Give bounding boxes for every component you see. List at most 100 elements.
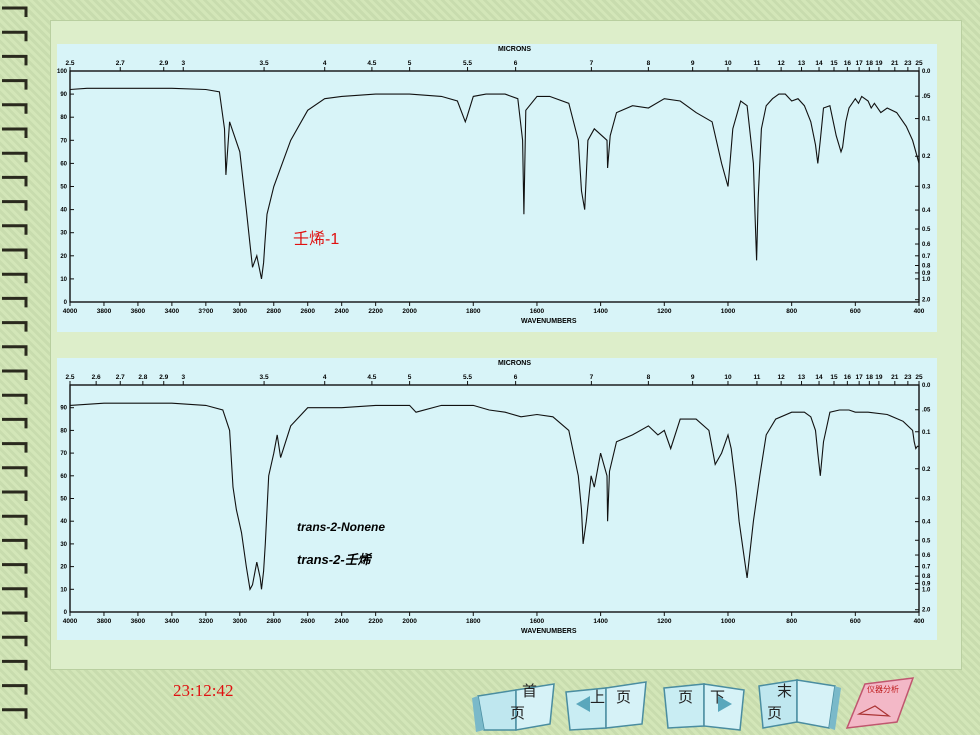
micron-tick-label: 7 xyxy=(590,374,594,381)
micron-tick-label: 12 xyxy=(778,374,786,381)
micron-tick-label: 5.5 xyxy=(463,60,472,67)
micron-tick-label: 21 xyxy=(891,374,899,381)
transmittance-tick-label: 40 xyxy=(60,519,67,525)
micron-tick-label: 2.5 xyxy=(65,374,74,381)
micron-axis-title: MICRONS xyxy=(498,360,531,367)
transmittance-tick-label: 10 xyxy=(60,587,67,593)
wavenumber-tick-label: 3200 xyxy=(199,618,214,625)
absorbance-tick-label: .05 xyxy=(922,94,931,100)
micron-tick-label: 13 xyxy=(798,60,806,67)
micron-tick-label: 7 xyxy=(590,60,594,67)
micron-tick-label: 17 xyxy=(856,374,864,381)
ir-spectrum-nonene-1-panel: MICRONS 2.5 2.7 2.9 3 3.5 4 4.5 5 5.5 6 7 8 9 10 11 12 13… xyxy=(57,44,937,332)
spectrum-line xyxy=(69,87,920,280)
wavenumber-tick-label: 3400 xyxy=(165,308,180,315)
micron-tick-label: 8 xyxy=(647,60,651,67)
micron-tick-label: 3.5 xyxy=(260,374,269,381)
micron-tick-label: 19 xyxy=(875,374,883,381)
micron-tick-label: 25 xyxy=(915,60,923,67)
instrument-analysis-button[interactable]: 仪器分析 xyxy=(845,674,917,732)
wavenumber-tick-label: 2000 xyxy=(402,308,417,315)
absorbance-tick-label: 0.4 xyxy=(922,208,931,214)
last-page-button[interactable]: 末 页 xyxy=(755,674,843,732)
wavenumber-tick-label: 2400 xyxy=(334,618,349,625)
book-icon xyxy=(663,683,745,731)
transmittance-tick-label: 70 xyxy=(60,451,67,457)
spiral-ring xyxy=(2,248,28,259)
wavenumber-axis-title: WAVENUMBERS xyxy=(521,318,577,325)
micron-tick-label: 2.7 xyxy=(116,60,125,67)
micron-tick-label: 9 xyxy=(691,60,695,67)
absorbance-tick-label: 0.2 xyxy=(922,154,931,160)
absorbance-tick-label: 0.1 xyxy=(922,117,931,123)
wavenumber-tick-label: 1000 xyxy=(721,618,736,625)
transmittance-tick-label: 50 xyxy=(60,185,67,191)
wavenumber-tick-label: 400 xyxy=(914,308,925,315)
absorbance-tick-label: 0.5 xyxy=(922,538,931,544)
spiral-ring xyxy=(2,224,28,235)
spiral-ring xyxy=(2,587,28,598)
absorbance-tick-label: 1.0 xyxy=(922,587,931,593)
micron-tick-label: 2.9 xyxy=(159,374,168,381)
wavenumber-tick-label: 2000 xyxy=(402,618,417,625)
spiral-ring xyxy=(2,393,28,405)
plot-frame xyxy=(69,70,920,303)
book-icon xyxy=(565,681,647,731)
spiral-ring xyxy=(2,466,28,477)
plot-frame xyxy=(69,384,920,613)
wavenumber-tick-label: 600 xyxy=(850,618,861,625)
wavenumber-tick-label: 1000 xyxy=(721,308,736,315)
micron-tick-label: 13 xyxy=(798,374,806,381)
micron-tick-label: 11 xyxy=(754,60,761,67)
spiral-ring xyxy=(2,272,28,284)
book-icon xyxy=(845,677,915,729)
spiral-ring xyxy=(2,490,28,501)
spiral-ring xyxy=(2,417,28,429)
micron-tick-label: 2.8 xyxy=(138,374,147,381)
absorbance-tick-label: 0.5 xyxy=(922,227,931,233)
spiral-ring xyxy=(2,30,28,42)
wavenumber-tick-label: 1800 xyxy=(466,308,481,315)
micron-tick-label: 12 xyxy=(778,60,786,67)
micron-tick-label: 5 xyxy=(408,374,412,381)
micron-tick-label: 2.5 xyxy=(65,60,74,67)
first-page-label-bottom: 页 xyxy=(510,706,526,722)
ir-spectrum-trans-2-nonene: MICRONS 2.5 2.6 2.7 2.8 2.9 3 3.5 4 4.5 5 5.5 6 7 8 9 10… xyxy=(60,360,931,635)
micron-tick-label: 6 xyxy=(514,374,518,381)
transmittance-tick-label: 30 xyxy=(60,231,67,237)
micron-tick-label: 5 xyxy=(408,60,412,67)
wavenumber-tick-label: 3000 xyxy=(233,308,248,315)
spiral-ring xyxy=(2,659,28,671)
transmittance-tick-label: 20 xyxy=(60,565,67,571)
first-page-button[interactable]: 首 页 xyxy=(470,674,558,732)
wavenumber-tick-label: 2600 xyxy=(300,308,315,315)
next-page-label-right: 下 xyxy=(710,690,726,706)
spiral-ring xyxy=(2,369,28,380)
transmittance-tick-label: 90 xyxy=(60,92,67,98)
next-page-button[interactable]: 页 下 xyxy=(658,674,750,732)
transmittance-tick-label: 20 xyxy=(60,254,67,260)
spiral-ring xyxy=(2,175,28,187)
micron-tick-label: 3.5 xyxy=(260,60,269,67)
first-page-label-top: 首 xyxy=(522,684,538,700)
absorbance-tick-label: 0.8 xyxy=(922,264,931,270)
previous-page-button[interactable]: 上 页 xyxy=(560,674,652,732)
transmittance-tick-label: 80 xyxy=(60,115,67,121)
absorbance-tick-label: 1.0 xyxy=(922,277,931,283)
transmittance-tick-label: 50 xyxy=(60,497,67,503)
transmittance-tick-label: 10 xyxy=(60,277,67,283)
micron-tick-label: 8 xyxy=(647,374,651,381)
transmittance-tick-label: 30 xyxy=(60,542,67,548)
micron-tick-label: 15 xyxy=(830,374,838,381)
micron-tick-label: 16 xyxy=(844,60,852,67)
micron-tick-label: 17 xyxy=(856,60,864,67)
spectrum-line xyxy=(69,402,919,591)
wavenumber-tick-label: 1600 xyxy=(530,618,545,625)
wavenumber-tick-label: 1200 xyxy=(657,308,672,315)
wavenumber-tick-label: 3?00 xyxy=(198,308,213,315)
spiral-ring xyxy=(2,635,28,647)
micron-tick-label: 2.6 xyxy=(92,374,101,381)
absorbance-tick-label: 0.0 xyxy=(922,383,931,389)
wavenumber-tick-label: 4000 xyxy=(63,618,78,625)
transmittance-tick-label: 40 xyxy=(60,208,67,214)
